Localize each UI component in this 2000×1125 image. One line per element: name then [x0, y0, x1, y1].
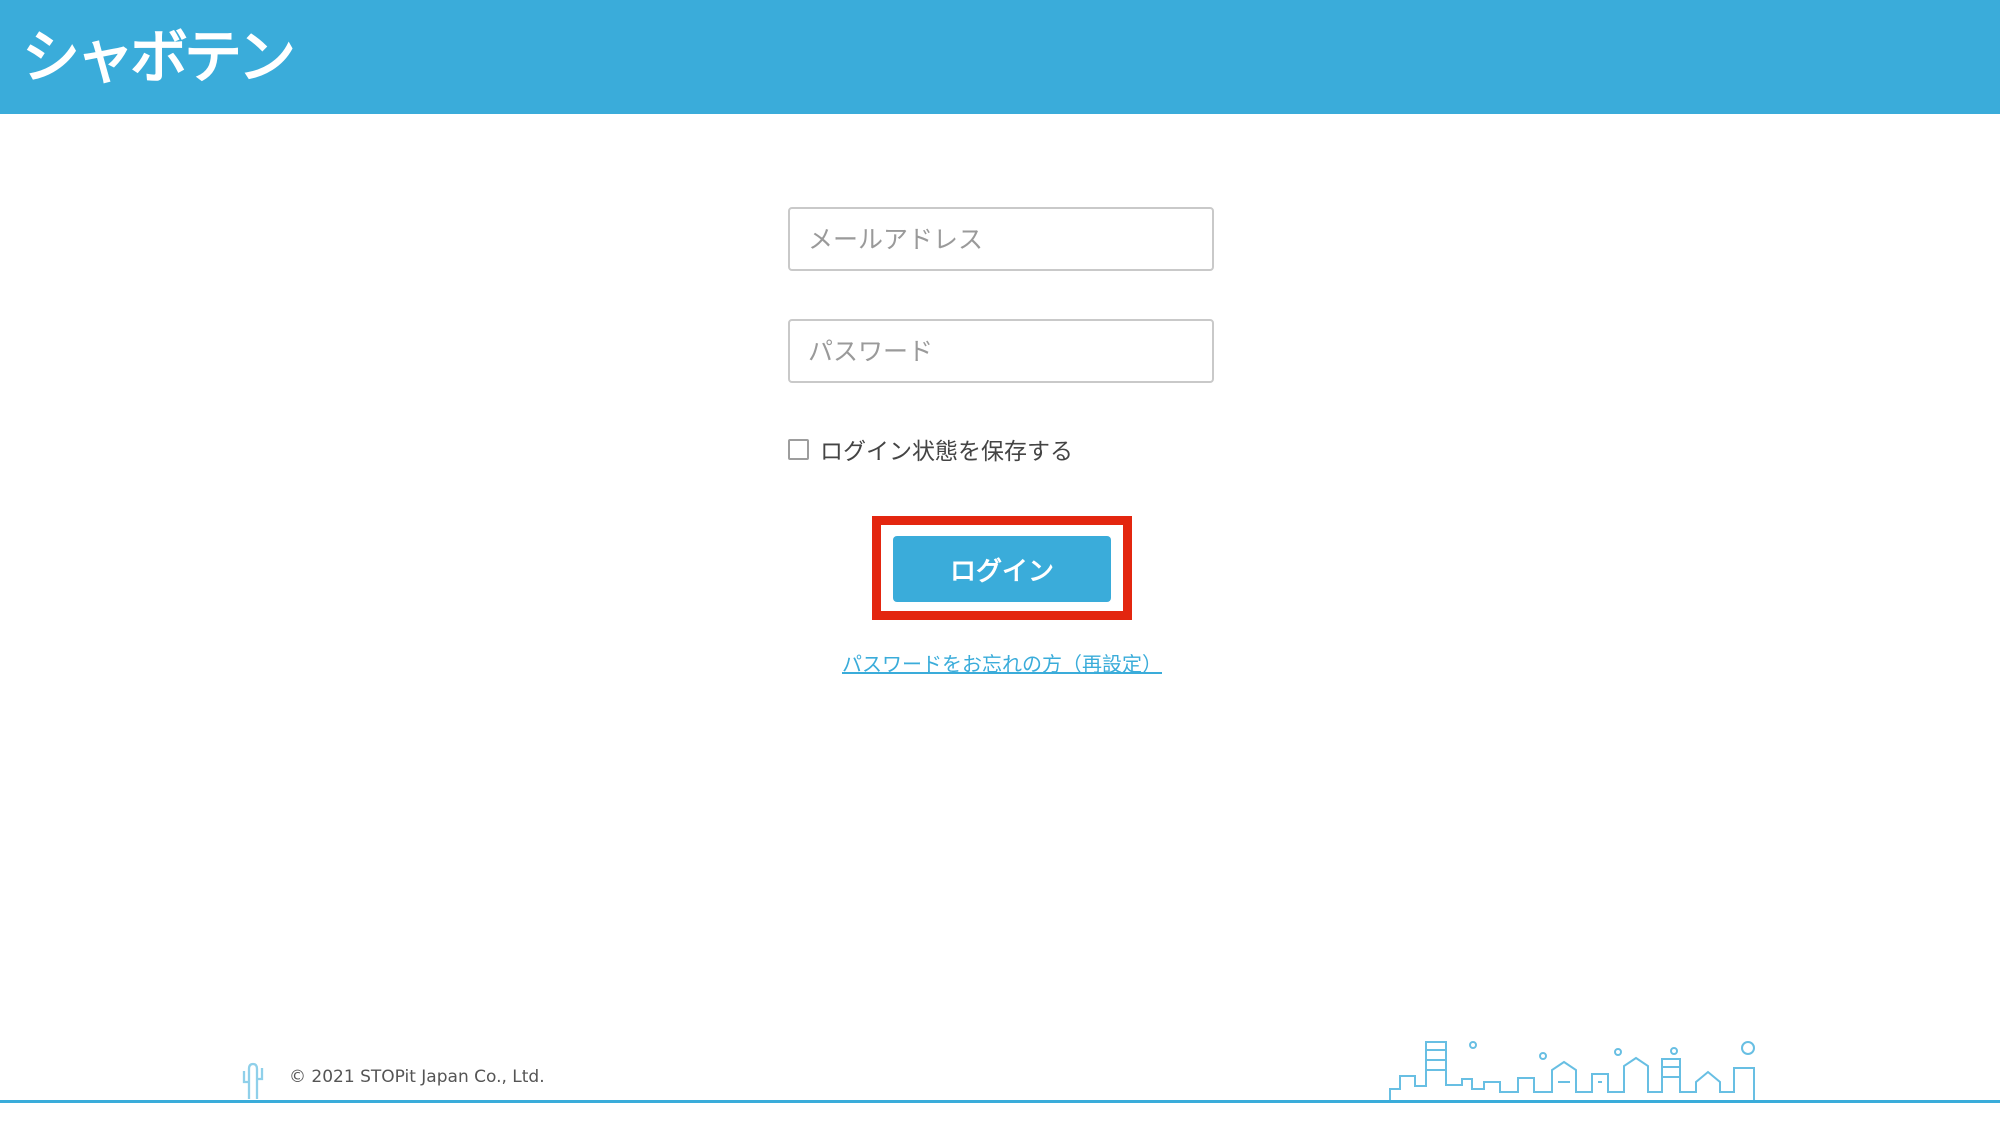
footer-line — [0, 1100, 2000, 1103]
cityscape-illustration — [1389, 1041, 1755, 1100]
email-input[interactable] — [788, 207, 1214, 271]
app-logo[interactable]: シャボテン — [22, 12, 296, 102]
forgot-password-link[interactable]: パスワードをお忘れの方（再設定） — [836, 648, 1168, 677]
password-input[interactable] — [788, 319, 1214, 383]
remember-login-option[interactable]: ログイン状態を保存する — [788, 434, 1073, 465]
cactus-icon — [242, 1062, 264, 1099]
remember-login-label: ログイン状態を保存する — [820, 439, 1073, 465]
login-button[interactable]: ログイン — [893, 536, 1111, 602]
app-header: シャボテン — [0, 0, 2000, 114]
copyright-text: © 2021 STOPit Japan Co., Ltd. — [289, 1067, 545, 1087]
remember-login-checkbox[interactable] — [788, 438, 809, 460]
